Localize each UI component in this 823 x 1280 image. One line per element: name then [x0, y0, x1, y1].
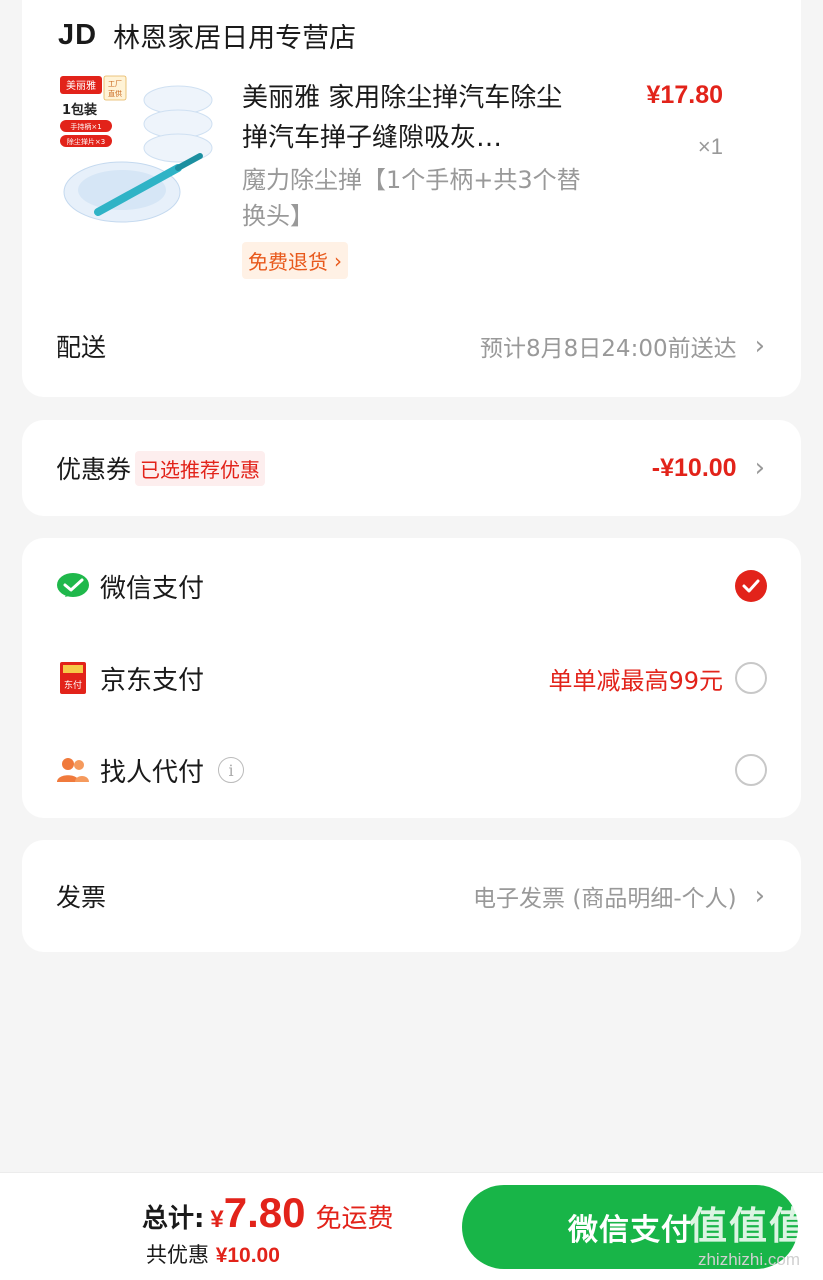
free-return-badge[interactable]: 免费退货 ›	[242, 242, 348, 279]
payment-option-label: 微信支付	[100, 573, 205, 604]
info-icon[interactable]: i	[218, 757, 245, 783]
coupon-label: 优惠券	[56, 455, 132, 484]
total-label: 总计:	[142, 1204, 205, 1234]
radio-unchecked[interactable]	[735, 662, 767, 694]
image-pack-text: 1包装	[62, 102, 97, 118]
svg-text:工厂: 工厂	[108, 80, 122, 88]
currency-symbol: ¥	[210, 1206, 224, 1233]
radio-unchecked[interactable]	[735, 754, 767, 786]
chevron-right-icon: ›	[754, 881, 765, 911]
chevron-right-icon: ›	[334, 248, 342, 273]
free-return-label: 免费退货	[248, 250, 328, 274]
image-line2-text: 除尘掸片×3	[67, 137, 105, 146]
svg-text:直供: 直供	[108, 89, 122, 98]
free-shipping-label: 免运费	[315, 1204, 394, 1234]
image-line1-text: 手持柄×1	[70, 122, 101, 131]
discount-amount: ¥10.00	[215, 1244, 280, 1267]
product-price: ¥17.80	[646, 81, 723, 109]
invoice-card[interactable]: 发票 电子发票 (商品明细-个人) ›	[22, 840, 801, 952]
total-summary: 总计: ¥ 7.80 免运费	[142, 1189, 394, 1237]
invoice-value: 电子发票 (商品明细-个人)	[473, 886, 737, 912]
product-image[interactable]: 美丽雅 工厂 直供 1包装 手持柄×1 除尘掸片×3	[58, 72, 218, 232]
store-header[interactable]: JD 林恩家居日用专营店	[58, 16, 356, 55]
jd-pay-icon-text: 东付	[64, 679, 82, 691]
wechat-pay-submit-button[interactable]: 微信支付	[462, 1185, 798, 1269]
product-title[interactable]: 美丽雅 家用除尘掸汽车除尘掸汽车掸子缝隙吸灰…	[242, 78, 582, 158]
chevron-right-icon: ›	[754, 331, 765, 361]
discount-label: 共优惠	[146, 1243, 209, 1267]
payment-option-friend-pay[interactable]: 找人代付 i	[56, 742, 767, 798]
payment-option-label: 京东支付	[100, 665, 205, 696]
total-amount: 7.80	[223, 1189, 306, 1236]
invoice-label: 发票	[56, 883, 107, 912]
wechat-pay-icon	[56, 569, 90, 603]
jd-pay-promo: 单单减最高99元	[548, 666, 723, 695]
delivery-estimate: 预计8月8日24:00前送达	[480, 336, 737, 362]
delivery-label: 配送	[56, 333, 107, 362]
total-discount: 共优惠 ¥10.00	[146, 1239, 280, 1269]
payment-option-wechat[interactable]: 微信支付	[56, 558, 767, 614]
delivery-row[interactable]: 配送 预计8月8日24:00前送达 ›	[22, 326, 801, 366]
coupon-row[interactable]: 优惠券 已选推荐优惠 -¥10.00 ›	[22, 448, 801, 488]
radio-checked[interactable]	[735, 570, 767, 602]
people-icon	[56, 753, 90, 787]
product-thumbnail-illustration: 美丽雅 工厂 直供 1包装 手持柄×1 除尘掸片×3	[58, 72, 218, 232]
payment-option-label: 找人代付	[100, 757, 205, 788]
checkout-bar: 总计: ¥ 7.80 免运费 共优惠 ¥10.00 微信支付 值值值 zhizh…	[0, 1172, 823, 1280]
coupon-recommended-tag: 已选推荐优惠	[135, 450, 266, 486]
store-order-card: JD 林恩家居日用专营店 美丽雅 工厂 直供 1包装 手持柄×1 除尘掸片×3	[22, 0, 801, 397]
coupon-discount-value: -¥10.00	[651, 453, 737, 482]
coupon-card[interactable]: 优惠券 已选推荐优惠 -¥10.00 ›	[22, 420, 801, 516]
payment-option-jdpay[interactable]: 东付 京东支付 单单减最高99元	[56, 650, 767, 706]
payment-methods-card: 微信支付 东付 京东支付 单单减最高99元 找人代付 i	[22, 538, 801, 818]
product-spec[interactable]: 魔力除尘掸【1个手柄+共3个替换头】	[242, 162, 582, 234]
chevron-right-icon: ›	[754, 453, 765, 483]
store-name[interactable]: 林恩家居日用专营店	[113, 16, 356, 55]
jd-logo: JD	[58, 19, 98, 51]
product-quantity: ×1	[697, 134, 723, 159]
invoice-row[interactable]: 发票 电子发票 (商品明细-个人) ›	[22, 876, 801, 916]
image-brand-text: 美丽雅	[66, 79, 96, 92]
jd-pay-icon: 东付	[56, 661, 90, 695]
